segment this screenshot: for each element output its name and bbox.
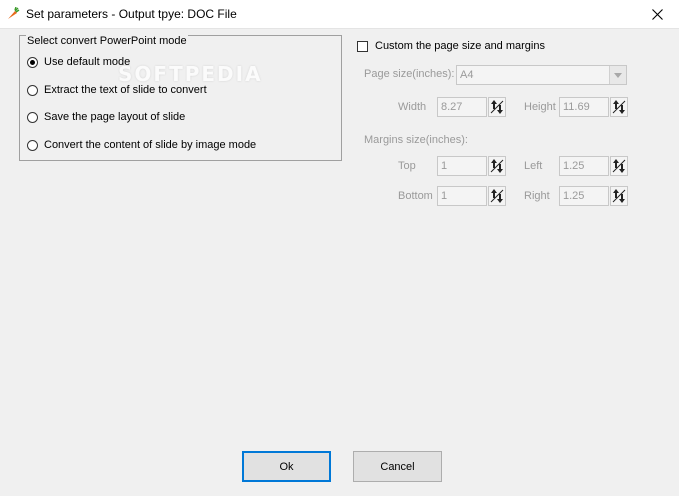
left-input[interactable]: 1.25 xyxy=(559,156,609,176)
radio-label: Convert the content of slide by image mo… xyxy=(44,139,257,151)
spinner-arrows-icon xyxy=(612,159,626,173)
width-input[interactable]: 8.27 xyxy=(437,97,487,117)
height-input[interactable]: 11.69 xyxy=(559,97,609,117)
spinner-arrows-icon xyxy=(490,189,504,203)
right-input[interactable]: 1.25 xyxy=(559,186,609,206)
radio-button[interactable] xyxy=(27,139,38,151)
top-input[interactable]: 1 xyxy=(437,156,487,176)
bottom-spinner[interactable] xyxy=(488,186,506,206)
custom-size-label: Custom the page size and margins xyxy=(375,40,545,52)
mode-group-legend: Select convert PowerPoint mode xyxy=(26,35,188,47)
page-size-value: A4 xyxy=(460,69,474,81)
page-size-label: Page size(inches): xyxy=(364,68,455,80)
window-title: Set parameters - Output tpye: DOC File xyxy=(26,7,237,21)
radio-default-mode[interactable]: Use default mode xyxy=(27,55,130,69)
top-spinner[interactable] xyxy=(488,156,506,176)
left-label: Left xyxy=(524,160,543,172)
carrot-icon xyxy=(6,6,20,21)
width-spinner[interactable] xyxy=(488,97,506,117)
top-label: Top xyxy=(398,160,416,172)
margins-label: Margins size(inches): xyxy=(364,134,468,146)
title-bar: Set parameters - Output tpye: DOC File xyxy=(0,0,679,29)
bottom-input[interactable]: 1 xyxy=(437,186,487,206)
left-spinner[interactable] xyxy=(610,156,628,176)
radio-image-mode[interactable]: Convert the content of slide by image mo… xyxy=(27,138,256,152)
cancel-button[interactable]: Cancel xyxy=(353,451,442,482)
right-spinner[interactable] xyxy=(610,186,628,206)
radio-button[interactable] xyxy=(27,111,38,123)
right-label: Right xyxy=(524,190,550,202)
height-spinner[interactable] xyxy=(610,97,628,117)
page-size-select[interactable]: A4 xyxy=(456,65,627,85)
spinner-arrows-icon xyxy=(612,100,626,114)
radio-label: Extract the text of slide to convert xyxy=(44,84,207,96)
radio-save-layout[interactable]: Save the page layout of slide xyxy=(27,110,185,124)
spinner-arrows-icon xyxy=(490,159,504,173)
width-label: Width xyxy=(398,101,427,113)
close-button[interactable] xyxy=(635,0,679,28)
radio-label: Save the page layout of slide xyxy=(44,111,186,123)
radio-button[interactable] xyxy=(27,84,38,96)
ok-button[interactable]: Ok xyxy=(242,451,331,482)
spinner-arrows-icon xyxy=(490,100,504,114)
spinner-arrows-icon xyxy=(612,189,626,203)
height-label: Height xyxy=(524,101,556,113)
bottom-label: Bottom xyxy=(398,190,433,202)
radio-extract-text[interactable]: Extract the text of slide to convert xyxy=(27,83,207,97)
custom-size-checkbox[interactable] xyxy=(357,40,368,52)
custom-size-checkbox-row[interactable]: Custom the page size and margins xyxy=(357,40,545,52)
radio-label: Use default mode xyxy=(44,56,131,68)
chevron-down-icon[interactable] xyxy=(609,66,626,84)
close-icon xyxy=(651,8,663,20)
radio-button[interactable] xyxy=(27,56,38,68)
